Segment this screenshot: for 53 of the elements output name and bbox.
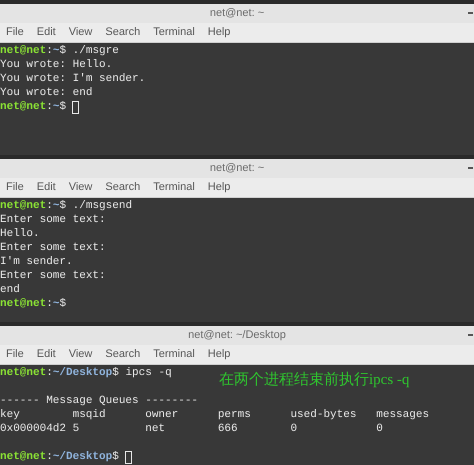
output-line: Enter some text:	[0, 242, 106, 254]
menu-item[interactable]: Edit	[36, 24, 56, 41]
menu-item[interactable]: Terminal	[153, 346, 195, 363]
menu-item[interactable]: Edit	[36, 346, 56, 363]
output-line: You wrote: end	[0, 87, 92, 99]
menu-item[interactable]: Terminal	[153, 179, 195, 196]
menu-item[interactable]: View	[68, 24, 92, 41]
menu-item[interactable]: Search	[105, 179, 140, 196]
table-cell: 0x000004d2	[0, 422, 66, 436]
column-header: messages	[376, 408, 430, 422]
window-title: net@net: ~/Desktop	[188, 328, 286, 344]
table-cell: 0	[376, 422, 383, 436]
output-line: Hello.	[0, 228, 40, 240]
output-line: ------ Message Queues --------	[0, 395, 198, 407]
table-cell: net	[145, 422, 166, 436]
minimize-icon[interactable]	[468, 334, 473, 336]
column-header: msqid	[72, 408, 106, 422]
prompt-line: net@net:~/Desktop$ ipcs -q	[0, 366, 172, 380]
output-line: You wrote: Hello.	[0, 59, 112, 71]
prompt-line: net@net:~$ ./msgsend	[0, 199, 132, 213]
prompt-line: net@net:~$	[0, 100, 66, 114]
column-header: owner	[145, 408, 178, 422]
column-header: perms	[218, 408, 251, 422]
menu-item[interactable]: Help	[208, 24, 230, 41]
table-cell: 0	[290, 422, 298, 436]
prompt-line: net@net:~$	[0, 297, 66, 311]
output-line: Enter some text:	[0, 270, 106, 282]
menu-item[interactable]: View	[68, 179, 92, 196]
menu-item[interactable]: Help	[208, 346, 230, 363]
menu-item[interactable]: Terminal	[153, 24, 195, 41]
window-title: net@net: ~	[210, 6, 264, 22]
menu-item[interactable]: File	[6, 346, 24, 363]
minimize-icon[interactable]	[468, 12, 473, 14]
menu-item[interactable]: Search	[105, 346, 140, 363]
column-header: key	[0, 408, 20, 422]
window-title: net@net: ~	[210, 161, 264, 176]
prompt-line: net@net:~$ ./msgre	[0, 44, 119, 58]
minimize-icon[interactable]	[468, 167, 473, 169]
output-line: Enter some text:	[0, 214, 106, 226]
table-cell: 666	[218, 422, 238, 436]
output-line: end	[0, 284, 20, 296]
annotation-text: 在两个进程结束前执行ipcs -q	[219, 373, 410, 387]
menu-item[interactable]: File	[6, 179, 24, 196]
output-line: I'm sender.	[0, 256, 73, 268]
table-cell: 5	[72, 422, 80, 436]
menu-item[interactable]: View	[68, 346, 92, 363]
prompt-line: net@net:~/Desktop$	[0, 450, 119, 464]
menu-item[interactable]: Edit	[36, 179, 56, 196]
column-header: used-bytes	[290, 408, 356, 422]
menu-item[interactable]: Search	[105, 24, 140, 41]
menu-item[interactable]: File	[6, 24, 24, 41]
output-line: You wrote: I'm sender.	[0, 73, 146, 85]
menu-item[interactable]: Help	[208, 179, 230, 196]
